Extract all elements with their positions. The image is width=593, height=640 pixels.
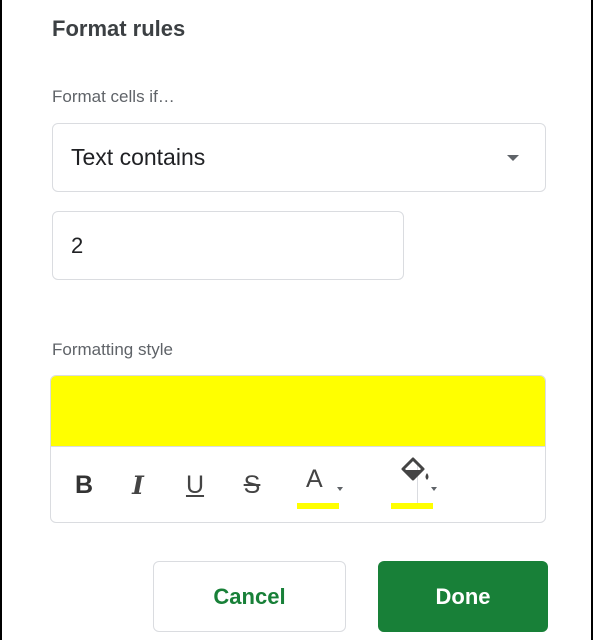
chevron-down-icon: [507, 155, 519, 161]
condition-label: Format cells if…: [52, 87, 175, 106]
condition-dropdown[interactable]: Text contains: [52, 123, 546, 192]
italic-button[interactable]: I: [123, 447, 153, 522]
cancel-button[interactable]: Cancel: [153, 561, 346, 632]
italic-icon: I: [132, 471, 144, 500]
text-color-glyph: A: [306, 465, 323, 493]
fill-color-dropdown-icon: [431, 487, 437, 491]
value-input-text: 2: [71, 232, 84, 258]
style-preview[interactable]: [51, 376, 545, 447]
text-color-indicator: [297, 503, 339, 509]
strikethrough-button[interactable]: S: [237, 447, 267, 522]
bold-icon: B: [74, 471, 94, 499]
condition-value: Text contains: [71, 144, 206, 170]
bold-button[interactable]: B: [71, 447, 97, 522]
fill-color-indicator: [391, 503, 433, 509]
underline-button[interactable]: U: [181, 447, 209, 522]
formatting-style-label: Formatting style: [52, 340, 173, 359]
strikethrough-icon: S: [243, 471, 261, 499]
value-input[interactable]: 2: [52, 211, 404, 280]
format-rules-panel: Format rules Format cells if… Text conta…: [0, 0, 593, 640]
underline-icon: U: [185, 471, 205, 499]
fill-color-icon: [391, 447, 433, 522]
panel-title: Format rules: [52, 16, 186, 41]
text-color-icon: A: [297, 447, 339, 522]
text-color-button[interactable]: A: [287, 447, 349, 522]
text-color-dropdown-icon: [337, 487, 343, 491]
formatting-style-box: B I U S A: [50, 375, 546, 523]
style-toolbar: B I U S A: [51, 447, 545, 522]
fill-color-button[interactable]: [381, 447, 443, 522]
done-button[interactable]: Done: [378, 561, 548, 632]
